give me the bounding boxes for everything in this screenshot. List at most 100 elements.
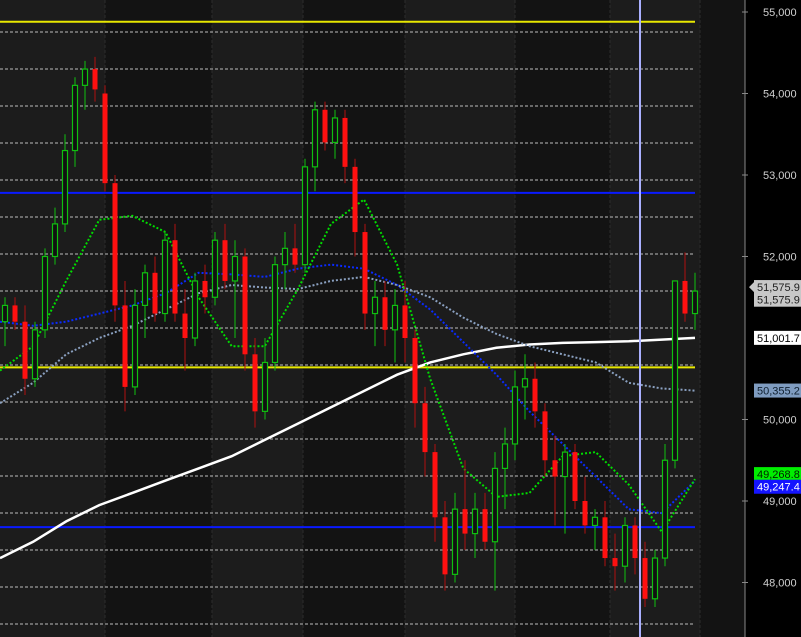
- candle-body: [451, 508, 459, 575]
- candle-up: [211, 232, 219, 306]
- candle-up: [131, 289, 139, 396]
- price-badge: 51,575.9: [749, 280, 801, 295]
- candle-body: [382, 297, 388, 330]
- candle-up: [31, 321, 39, 387]
- candle-body: [582, 501, 588, 526]
- price-badge: 51,001.7: [754, 330, 801, 345]
- badge-text: 51,001.7: [757, 333, 800, 345]
- candle-body: [331, 117, 339, 143]
- candle-body: [371, 296, 379, 315]
- price-badge: 49,268.8: [754, 467, 801, 482]
- candle-body: [482, 509, 488, 542]
- background-band: [515, 0, 610, 637]
- candle-body: [252, 354, 258, 412]
- candle-down: [112, 175, 118, 322]
- candle-body: [81, 68, 89, 86]
- candle-body: [642, 558, 648, 599]
- candle-up: [661, 443, 669, 567]
- axis-tick-label: 48,000: [763, 578, 797, 590]
- candle-body: [41, 255, 49, 331]
- candle-up: [671, 280, 679, 469]
- axis-tick-label: 50,000: [763, 415, 797, 427]
- axis-tick-label: 55,000: [763, 7, 797, 19]
- candle-body: [281, 247, 289, 266]
- candle-body: [632, 525, 638, 559]
- candle-body: [391, 304, 399, 331]
- candle-body: [292, 248, 298, 265]
- candle-body: [172, 240, 178, 314]
- candle-up: [271, 256, 279, 371]
- candle-body: [182, 313, 188, 338]
- badge-text: 50,355.2: [757, 386, 800, 398]
- candle-body: [211, 239, 219, 298]
- candle-body: [442, 517, 448, 575]
- candle-up: [161, 232, 169, 322]
- candle-body: [432, 452, 438, 518]
- candle-body: [51, 223, 59, 258]
- candle-body: [471, 508, 479, 535]
- candle-body: [552, 460, 558, 477]
- axis-tick-label: 53,000: [763, 170, 797, 182]
- candle-body: [591, 516, 599, 527]
- candle-body: [261, 361, 269, 412]
- candle-body: [671, 280, 679, 461]
- badge-text: 49,268.8: [757, 469, 800, 481]
- candle-body: [491, 467, 499, 543]
- candle-body: [322, 109, 328, 143]
- candle-body: [621, 524, 629, 567]
- price-axis[interactable]: 55,000 54,000 53,000 52,000 50,000 49,000 48,0…: [742, 0, 801, 637]
- candle-body: [691, 290, 699, 315]
- candle-body: [682, 280, 688, 314]
- candle-body: [271, 264, 279, 364]
- candle-body: [131, 304, 139, 388]
- candle-body: [202, 280, 208, 298]
- candle-body: [462, 509, 468, 534]
- price-badge: 51,575.9: [754, 292, 801, 307]
- axis-tick-label: 49,000: [763, 496, 797, 508]
- candle-up: [651, 549, 659, 607]
- candle-body: [651, 557, 659, 600]
- candle-body: [1, 304, 9, 323]
- candle-body: [152, 272, 158, 314]
- candle-body: [311, 109, 319, 168]
- candle-up: [191, 272, 199, 347]
- axis-tick-label: 52,000: [763, 252, 797, 264]
- candle-body: [342, 117, 348, 167]
- candle-body: [362, 232, 368, 314]
- candle-body: [231, 255, 239, 282]
- candle-body: [22, 321, 28, 379]
- candle-body: [161, 239, 169, 315]
- candle-body: [602, 517, 608, 559]
- candle-body: [61, 149, 69, 225]
- price-badge: 50,355.2: [754, 383, 801, 398]
- badge-text: 51,575.9: [757, 295, 800, 307]
- candle-body: [301, 166, 309, 266]
- badge-text: 51,575.9: [757, 282, 800, 294]
- axis-tick-label: 54,000: [763, 89, 797, 101]
- candle-down: [572, 443, 578, 510]
- candle-body: [122, 305, 128, 387]
- candle-body: [532, 378, 538, 412]
- candle-body: [242, 256, 248, 355]
- candle-down: [242, 248, 248, 371]
- candle-body: [352, 166, 358, 233]
- candlestick-chart[interactable]: 55,000 54,000 53,000 52,000 50,000 49,000 48,0…: [0, 0, 801, 637]
- candle-body: [102, 93, 108, 184]
- background-band: [212, 0, 303, 637]
- candle-body: [422, 403, 428, 453]
- background-band: [405, 0, 515, 637]
- candle-body: [511, 386, 519, 445]
- background-band: [303, 0, 405, 637]
- candle-body: [661, 459, 669, 559]
- price-badge: 49,247.4: [754, 479, 801, 494]
- candle-body: [501, 443, 509, 470]
- candle-body: [141, 272, 149, 306]
- candle-body: [71, 84, 79, 152]
- candle-body: [412, 338, 418, 404]
- candle-body: [572, 452, 578, 501]
- candle-body: [402, 305, 408, 338]
- candle-body: [542, 411, 548, 461]
- candle-body: [92, 69, 98, 90]
- candle-body: [31, 329, 39, 380]
- candle-body: [561, 451, 569, 478]
